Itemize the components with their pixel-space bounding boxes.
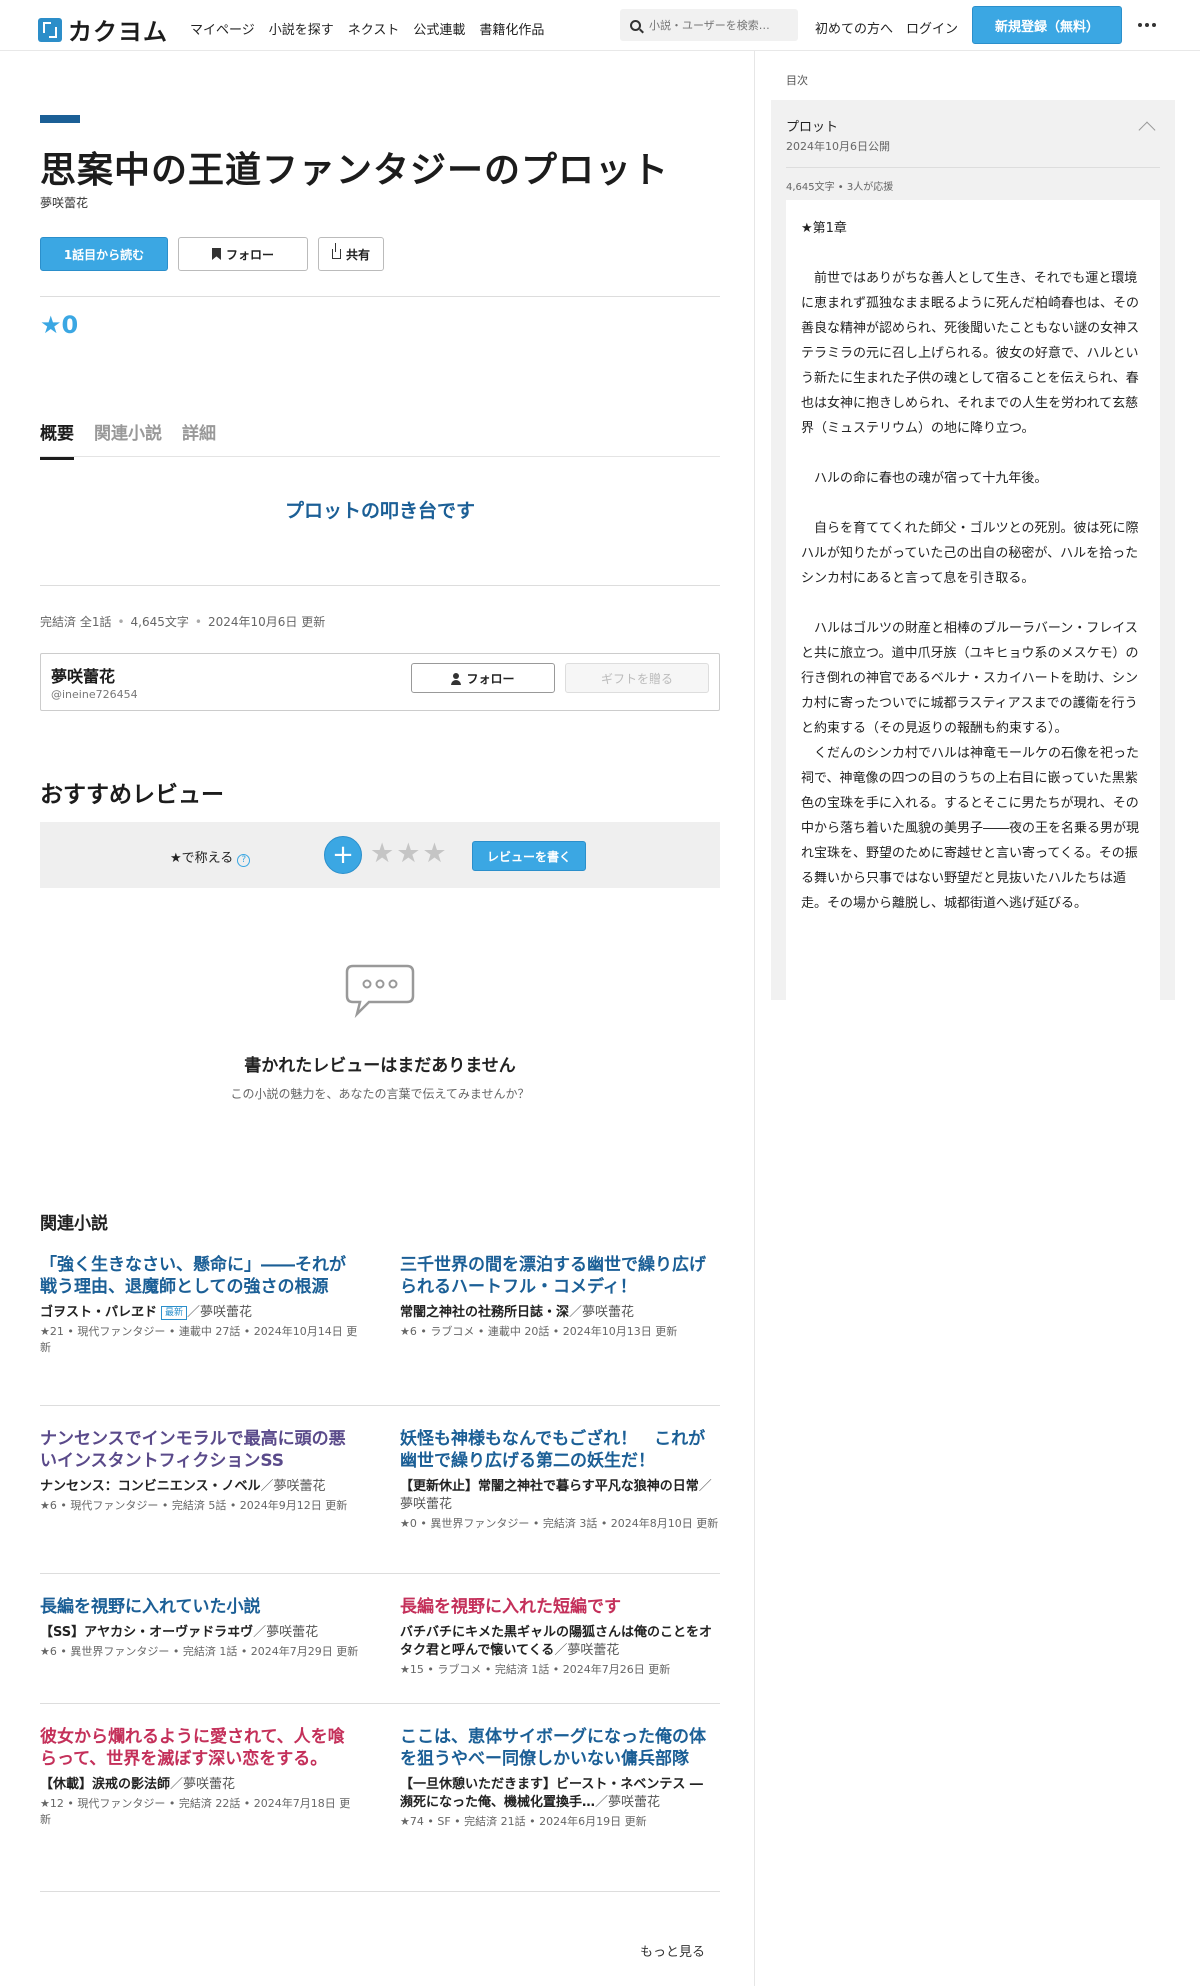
more-related-link[interactable]: もっと見る bbox=[640, 1941, 705, 1960]
nav-mypage[interactable]: マイページ bbox=[190, 19, 255, 38]
preview-fade bbox=[786, 940, 1160, 1000]
related-novel[interactable]: ナンセンスでインモラルで最高に頭の悪いインスタントフィクションSS ナンセンス：… bbox=[40, 1428, 360, 1514]
user-plus-icon bbox=[451, 673, 462, 685]
star-rating: ★0 bbox=[40, 311, 79, 339]
nav-published-works[interactable]: 書籍化作品 bbox=[479, 19, 544, 38]
follow-author-button[interactable]: フォロー bbox=[411, 663, 555, 693]
related-row: 彼女から爛れるように愛されて、人を喰らって、世界を滅ぼす深い恋をする。 【休載】… bbox=[40, 1704, 720, 1892]
new-badge: 最新 bbox=[161, 1305, 188, 1320]
no-reviews-title: 書かれたレビューはまだありません bbox=[244, 1056, 516, 1076]
episode-preview-text: ★第1章 前世ではありがちな善人として生き、それでも運と環境に恵まれず孤独なまま… bbox=[801, 221, 1140, 911]
author-card: 夢咲蕾花 @ineine726454 フォロー ギフトを贈る bbox=[40, 653, 720, 711]
bookmark-plus-icon bbox=[211, 248, 221, 260]
follow-work-button[interactable]: フォロー bbox=[178, 237, 308, 271]
related-novel[interactable]: 「強く生きなさい、懸命に」――それが戦う理由、退魔師としての強さの根源 ゴヲスト… bbox=[40, 1254, 360, 1356]
tab-overview[interactable]: 概要 bbox=[40, 419, 74, 460]
reviews-heading: おすすめレビュー bbox=[40, 782, 224, 808]
logo-icon bbox=[38, 17, 62, 42]
divider bbox=[40, 585, 720, 586]
work-title: 思案中の王道ファンタジーのプロット bbox=[40, 150, 670, 191]
tab-details[interactable]: 詳細 bbox=[182, 419, 216, 460]
related-novel[interactable]: ここは、恵体サイボーグになった俺の体を狙うやべー同僚しかいない傭兵部隊 【一旦休… bbox=[400, 1726, 720, 1830]
tab-related[interactable]: 関連小説 bbox=[94, 419, 162, 460]
star-selector[interactable]: ★★★ bbox=[370, 838, 449, 869]
search-box[interactable] bbox=[620, 9, 798, 41]
work-author-link[interactable]: 夢咲蕾花 bbox=[40, 194, 88, 211]
episode-preview: ★第1章 前世ではありがちな善人として生き、それでも運と環境に恵まれず孤独なまま… bbox=[786, 200, 1160, 1000]
related-novel[interactable]: 長編を視野に入れた短編です バチバチにキメた黒ギャルの陽狐さんは俺のことをオタク… bbox=[400, 1596, 720, 1678]
nav-next[interactable]: ネクスト bbox=[348, 19, 400, 38]
work-meta: 完結済 全1話 • 4,645文字 • 2024年10月6日 更新 bbox=[40, 615, 326, 629]
related-novels-heading: 関連小説 bbox=[40, 1214, 108, 1234]
speech-bubble-icon bbox=[345, 964, 415, 1018]
first-time-link[interactable]: 初めての方へ bbox=[815, 18, 893, 37]
related-novel[interactable]: 三千世界の間を漂泊する幽世で繰り広げられるハートフル・コメディ！ 常闇之神社の社… bbox=[400, 1254, 720, 1340]
title-accent-bar bbox=[40, 115, 80, 123]
top-header: カクヨム マイページ 小説を探す ネクスト 公式連載 書籍化作品 初めての方へ … bbox=[0, 0, 1200, 51]
catchphrase: プロットの叩き台です bbox=[284, 500, 475, 522]
search-icon bbox=[630, 19, 641, 31]
praise-label: ★で称える? bbox=[170, 847, 251, 867]
add-star-button[interactable]: + bbox=[324, 836, 362, 874]
related-row: 長編を視野に入れていた小説 【SS】アヤカシ・オーヴァドラヰヴ／夢咲蕾花 ★6 … bbox=[40, 1574, 720, 1704]
logo-text: カクヨム bbox=[68, 18, 168, 46]
search-input[interactable] bbox=[649, 18, 779, 32]
divider bbox=[786, 167, 1160, 168]
share-button[interactable]: 共有 bbox=[318, 237, 384, 271]
write-review-button[interactable]: レビューを書く bbox=[472, 841, 586, 871]
related-novel[interactable]: 彼女から爛れるように愛されて、人を喰らって、世界を滅ぼす深い恋をする。 【休載】… bbox=[40, 1726, 360, 1828]
tab-underline bbox=[40, 456, 720, 457]
nav-find-novels[interactable]: 小説を探す bbox=[269, 19, 334, 38]
read-first-episode-button[interactable]: 1話目から読む bbox=[40, 237, 168, 271]
more-menu-icon[interactable] bbox=[1138, 23, 1156, 27]
gift-button[interactable]: ギフトを贈る bbox=[565, 663, 709, 693]
related-novel[interactable]: 長編を視野に入れていた小説 【SS】アヤカシ・オーヴァドラヰヴ／夢咲蕾花 ★6 … bbox=[40, 1596, 360, 1660]
login-link[interactable]: ログイン bbox=[906, 18, 958, 37]
nav-official-series[interactable]: 公式連載 bbox=[413, 19, 465, 38]
follow-label: フォロー bbox=[225, 247, 274, 262]
main-nav: マイページ 小説を探す ネクスト 公式連載 書籍化作品 bbox=[190, 19, 544, 38]
related-row: 「強く生きなさい、懸命に」――それが戦う理由、退魔師としての強さの根源 ゴヲスト… bbox=[40, 1254, 720, 1406]
praise-bar: ★で称える? + ★★★ レビューを書く bbox=[40, 822, 720, 888]
episode-date: 2024年10月6日公開 bbox=[786, 140, 890, 153]
related-row: ナンセンスでインモラルで最高に頭の悪いインスタントフィクションSS ナンセンス：… bbox=[40, 1406, 720, 1574]
toc-panel: プロット 2024年10月6日公開 4,645文字 • 3人が応援 ★第1章 前… bbox=[771, 100, 1175, 1000]
register-button[interactable]: 新規登録（無料） bbox=[972, 6, 1122, 44]
episode-link[interactable]: プロット bbox=[786, 116, 838, 135]
author-handle: @ineine726454 bbox=[51, 688, 138, 701]
divider bbox=[40, 296, 720, 297]
share-label: 共有 bbox=[345, 247, 370, 262]
chevron-up-icon[interactable] bbox=[1138, 121, 1156, 139]
toc-label: 目次 bbox=[786, 74, 808, 87]
work-actions: 1話目から読む フォロー 共有 bbox=[40, 237, 384, 271]
sidebar-divider bbox=[754, 51, 755, 1986]
help-icon[interactable]: ? bbox=[237, 854, 251, 867]
author-name[interactable]: 夢咲蕾花 bbox=[51, 663, 115, 687]
episode-stats: 4,645文字 • 3人が応援 bbox=[786, 182, 894, 193]
share-icon bbox=[331, 243, 341, 259]
related-novel[interactable]: 妖怪も神様もなんでもござれ！ これが幽世で繰り広げる第二の妖生だ！ 【更新休止】… bbox=[400, 1428, 720, 1532]
kakuyomu-logo[interactable]: カクヨム bbox=[38, 12, 168, 47]
no-reviews-subtitle: この小説の魅力を、あなたの言葉で伝えてみませんか？ bbox=[230, 1087, 530, 1101]
related-novels-list: 「強く生きなさい、懸命に」――それが戦う理由、退魔師としての強さの根源 ゴヲスト… bbox=[40, 1254, 720, 1892]
work-tabs: 概要 関連小説 詳細 bbox=[40, 419, 216, 460]
